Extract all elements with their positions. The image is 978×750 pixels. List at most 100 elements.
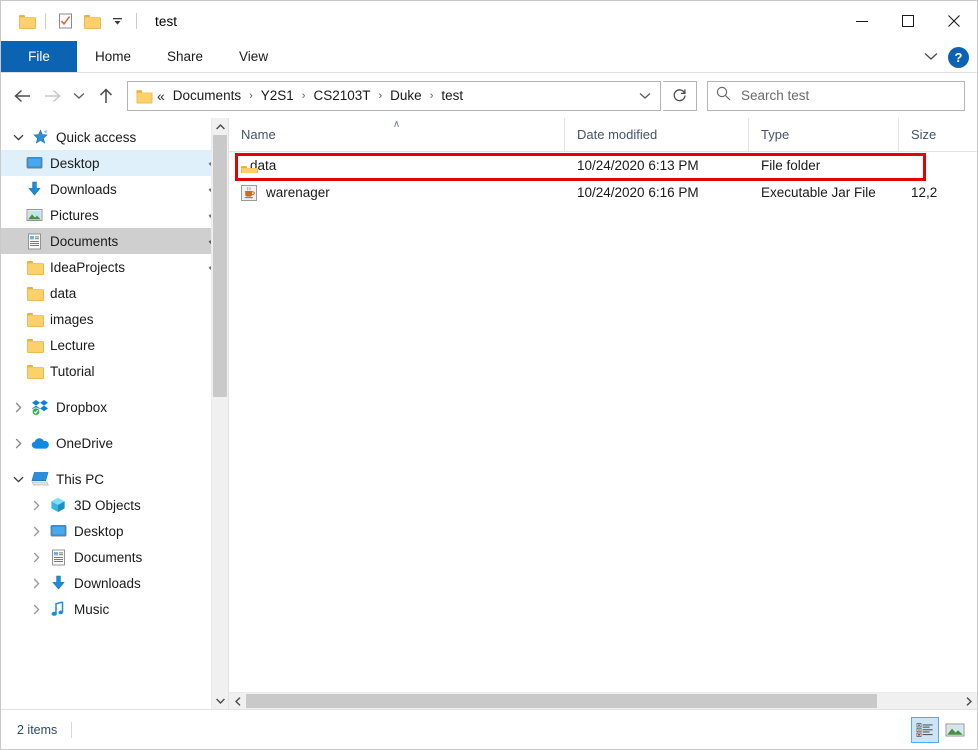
recent-locations-chevron-down-icon[interactable]	[67, 81, 91, 111]
sidebar-item-pictures[interactable]: Pictures	[1, 202, 228, 228]
chevron-right-icon[interactable]	[25, 578, 47, 589]
breadcrumb-separator[interactable]: ›	[298, 90, 310, 102]
chevron-down-icon[interactable]	[7, 476, 29, 483]
chevron-down-icon[interactable]	[7, 134, 29, 141]
tab-home[interactable]: Home	[77, 41, 149, 72]
search-box[interactable]: Search test	[707, 80, 965, 111]
properties-icon[interactable]	[52, 8, 78, 34]
scroll-left-button[interactable]	[229, 693, 246, 709]
column-header-date-modified[interactable]: Date modified	[565, 118, 749, 151]
download-icon	[23, 179, 45, 199]
sidebar-item-documents[interactable]: Documents	[1, 228, 228, 254]
chevron-right-icon[interactable]	[25, 552, 47, 563]
sidebar-item-lecture[interactable]: Lecture	[1, 332, 228, 358]
tab-file[interactable]: File	[1, 41, 77, 72]
sidebar-item-ideaprojects[interactable]: IdeaProjects	[1, 254, 228, 280]
sidebar-item-images[interactable]: images	[1, 306, 228, 332]
scroll-down-button[interactable]	[212, 692, 228, 709]
dropbox-icon	[29, 397, 51, 417]
chevron-right-icon[interactable]	[25, 500, 47, 511]
sidebar-item-tutorial[interactable]: Tutorial	[1, 358, 228, 384]
column-header-name[interactable]: ∧ Name	[229, 118, 565, 151]
folder-icon	[23, 309, 45, 329]
breadcrumb-item-documents[interactable]: Documents	[169, 86, 245, 105]
new-folder-icon[interactable]	[78, 8, 104, 34]
scrollbar-thumb[interactable]	[213, 135, 227, 397]
chevron-right-icon[interactable]	[7, 402, 29, 413]
close-button[interactable]	[931, 1, 977, 41]
breadcrumb-separator[interactable]: ›	[426, 90, 438, 102]
search-input[interactable]: Search test	[741, 88, 809, 103]
large-icons-view-button[interactable]	[941, 717, 969, 743]
forward-button[interactable]	[37, 81, 67, 111]
sidebar-item-this-pc[interactable]: This PC	[1, 466, 228, 492]
tab-share[interactable]: Share	[149, 41, 221, 72]
sidebar-item-this-pc-documents[interactable]: Documents	[1, 544, 228, 570]
sidebar-item-this-pc-desktop[interactable]: Desktop	[1, 518, 228, 544]
sidebar-item-label: Desktop	[74, 523, 124, 539]
chevron-right-icon[interactable]	[25, 526, 47, 537]
file-type-cell: Executable Jar File	[761, 185, 876, 200]
title-bar: test	[1, 1, 977, 41]
chevron-right-icon[interactable]	[25, 604, 47, 615]
sidebar-item-this-pc-music[interactable]: Music	[1, 596, 228, 622]
documents-icon	[47, 547, 69, 567]
sidebar-item-data[interactable]: data	[1, 280, 228, 306]
scroll-right-button[interactable]	[960, 693, 977, 709]
maximize-button[interactable]	[885, 1, 931, 41]
sidebar-item-label: Downloads	[74, 575, 141, 591]
star-pin-icon	[29, 127, 51, 147]
refresh-button[interactable]	[663, 80, 697, 111]
table-row[interactable]: warenager 10/24/2020 6:16 PM Executable …	[229, 179, 977, 206]
column-header-label: Size	[911, 127, 937, 142]
sidebar-item-onedrive[interactable]: OneDrive	[1, 430, 228, 456]
navigation-pane: Quick access Desktop Downloads Pictures …	[1, 118, 229, 709]
expand-ribbon-chevron-down-icon[interactable]	[924, 48, 938, 66]
sidebar-item-downloads[interactable]: Downloads	[1, 176, 228, 202]
sidebar-item-dropbox[interactable]: Dropbox	[1, 394, 228, 420]
details-view-button[interactable]	[911, 716, 939, 743]
breadcrumb-prefix[interactable]: «	[151, 88, 169, 104]
column-header-type[interactable]: Type	[749, 118, 899, 151]
chevron-right-icon[interactable]	[7, 438, 29, 449]
jar-file-icon	[241, 184, 257, 201]
up-button[interactable]	[91, 81, 121, 111]
scrollbar-thumb[interactable]	[246, 694, 877, 708]
back-button[interactable]	[7, 81, 37, 111]
sidebar-item-this-pc-downloads[interactable]: Downloads	[1, 570, 228, 596]
breadcrumb[interactable]: « Documents › Y2S1 › CS2103T › Duke › te…	[127, 80, 661, 111]
breadcrumb-chevron-down-icon[interactable]	[632, 82, 658, 110]
file-date-cell: 10/24/2020 6:16 PM	[577, 185, 699, 200]
onedrive-icon	[29, 433, 51, 453]
column-headers: ∧ Name Date modified Type Size	[229, 118, 977, 152]
sidebar-group-quick-access[interactable]: Quick access	[1, 124, 228, 150]
file-list-horizontal-scrollbar[interactable]	[229, 692, 977, 709]
scrollbar-track[interactable]	[246, 693, 960, 709]
column-header-size[interactable]: Size	[899, 118, 957, 151]
customize-dropdown-icon[interactable]	[104, 8, 130, 34]
sidebar-item-3d-objects[interactable]: 3D Objects	[1, 492, 228, 518]
sidebar-item-label: Desktop	[50, 155, 100, 171]
status-divider	[71, 721, 73, 738]
breadcrumb-item-test[interactable]: test	[437, 86, 467, 105]
breadcrumb-separator[interactable]: ›	[245, 90, 257, 102]
minimize-button[interactable]	[839, 1, 885, 41]
help-icon[interactable]: ?	[948, 46, 969, 68]
sidebar-item-label: data	[50, 285, 77, 301]
table-row[interactable]: data 10/24/2020 6:13 PM File folder	[229, 152, 977, 179]
breadcrumb-item-cs2103t[interactable]: CS2103T	[309, 86, 374, 105]
folder-icon	[23, 283, 45, 303]
sidebar-item-desktop[interactable]: Desktop	[1, 150, 228, 176]
breadcrumb-separator[interactable]: ›	[375, 90, 387, 102]
scroll-up-button[interactable]	[212, 118, 228, 135]
tab-view[interactable]: View	[221, 41, 286, 72]
view-mode-buttons	[911, 716, 969, 743]
toolbar-divider	[45, 13, 46, 29]
this-pc-icon	[29, 469, 51, 489]
sidebar-item-label: images	[50, 311, 94, 327]
folder-icon[interactable]	[13, 8, 39, 34]
breadcrumb-item-duke[interactable]: Duke	[386, 86, 426, 105]
breadcrumb-item-y2s1[interactable]: Y2S1	[257, 86, 298, 105]
navigation-pane-scrollbar[interactable]	[211, 118, 228, 709]
